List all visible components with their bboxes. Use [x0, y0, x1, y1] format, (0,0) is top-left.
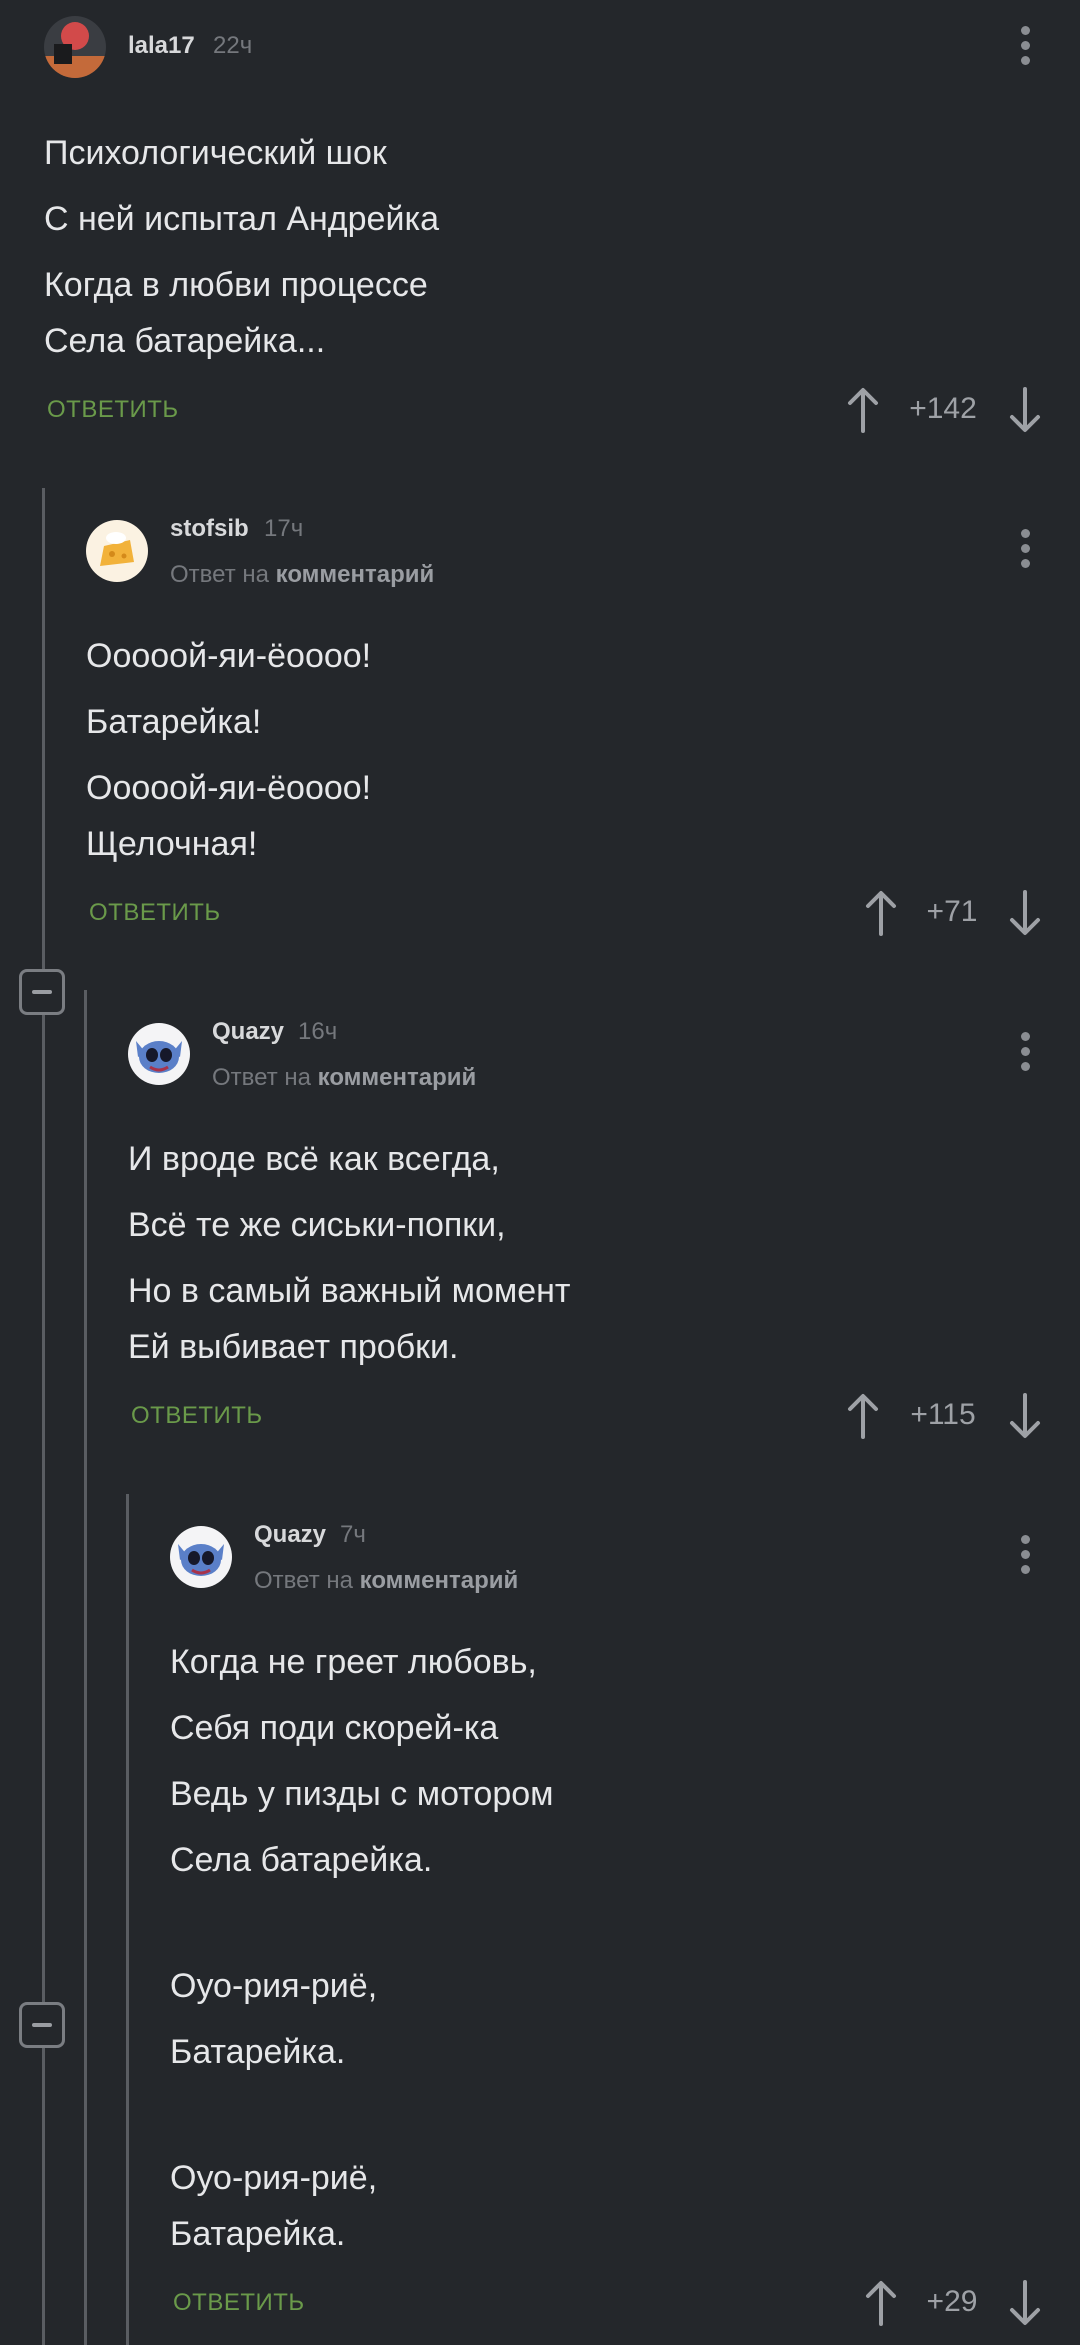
comment-text-line: Оуо-рия-риё,	[170, 2159, 378, 2197]
comment-text-line: И вроде всё как всегда,	[128, 1140, 500, 1178]
comment-text-line: Ооооой-яи-ёоооо!	[86, 637, 372, 675]
reply-button[interactable]: ОТВЕТИТЬ	[131, 1402, 263, 1430]
more-menu-icon[interactable]	[1018, 1533, 1032, 1577]
reply-to-target[interactable]: комментарий	[360, 1567, 519, 1594]
more-menu-icon[interactable]	[1018, 24, 1032, 68]
comment-text-line: Батарейка.	[170, 2033, 346, 2071]
reply-button[interactable]: ОТВЕТИТЬ	[173, 2289, 305, 2317]
thread-line-level2	[84, 990, 87, 2345]
comment-text-line: Ведь у пизды с мотором	[170, 1775, 554, 1813]
username[interactable]: stofsib	[170, 515, 249, 543]
rating-value: +71	[926, 895, 978, 928]
avatar[interactable]	[128, 1023, 190, 1085]
reply-to-target[interactable]: комментарий	[276, 561, 435, 588]
comment-text-line: Села батарейка.	[170, 1841, 433, 1879]
comment-text-line: Всё те же сиськи-попки,	[128, 1206, 506, 1244]
avatar[interactable]	[170, 1526, 232, 1588]
comment-time: 22ч	[213, 32, 253, 59]
username[interactable]: lala17	[128, 32, 195, 60]
reply-to-label[interactable]: Ответ на комментарий	[254, 1567, 518, 1595]
comment-text-line: Оуо-рия-риё,	[170, 1967, 378, 2005]
collapse-thread-button[interactable]	[19, 2002, 65, 2048]
reply-button[interactable]: ОТВЕТИТЬ	[47, 396, 179, 424]
reply-to-target[interactable]: комментарий	[318, 1064, 477, 1091]
upvote-arrow-icon[interactable]	[846, 1393, 880, 1439]
thread-line-level1	[42, 488, 45, 2345]
more-menu-icon[interactable]	[1018, 527, 1032, 571]
upvote-arrow-icon[interactable]	[846, 387, 880, 433]
comment-text-line: Себя поди скорей-ка	[170, 1709, 499, 1747]
reply-to-label[interactable]: Ответ на комментарий	[212, 1064, 476, 1092]
comment-time: 16ч	[298, 1018, 338, 1045]
comment-text-line: С ней испытал Андрейка	[44, 200, 439, 238]
collapse-thread-button[interactable]	[19, 969, 65, 1015]
comment-text-line: Села батарейка...	[44, 322, 326, 360]
reply-to-prefix: Ответ на	[254, 1567, 353, 1594]
comment-text-line: Щелочная!	[86, 825, 258, 863]
reply-to-prefix: Ответ на	[170, 561, 269, 588]
comment-text-line: Ооооой-яи-ёоооо!	[86, 769, 372, 807]
avatar[interactable]	[86, 520, 148, 582]
comment-text-line: Когда в любви процессе	[44, 266, 428, 304]
comment-time: 7ч	[340, 1521, 366, 1548]
stitch-avatar-icon	[128, 1023, 190, 1085]
comment-text-line: Когда не греет любовь,	[170, 1643, 537, 1681]
stitch-avatar-icon	[170, 1526, 232, 1588]
username[interactable]: Quazy	[254, 1521, 326, 1549]
comment-text-line: Но в самый важный момент	[128, 1272, 571, 1310]
cheese-avatar-icon	[86, 520, 148, 582]
downvote-arrow-icon[interactable]	[1008, 387, 1042, 433]
comment-text-line: Ей выбивает пробки.	[128, 1328, 459, 1366]
rating-value: +142	[909, 392, 977, 425]
username[interactable]: Quazy	[212, 1018, 284, 1046]
upvote-arrow-icon[interactable]	[864, 2280, 898, 2326]
thread-line-level3	[126, 1494, 129, 2345]
downvote-arrow-icon[interactable]	[1008, 2280, 1042, 2326]
comments-page: lala17 22ч Психологический шок С ней исп…	[0, 0, 1080, 2345]
reply-to-label[interactable]: Ответ на комментарий	[170, 561, 434, 589]
comment-text-line: Батарейка.	[170, 2215, 346, 2253]
downvote-arrow-icon[interactable]	[1008, 1393, 1042, 1439]
avatar[interactable]	[44, 16, 106, 78]
rating-value: +115	[910, 1398, 976, 1431]
reply-button[interactable]: ОТВЕТИТЬ	[89, 899, 221, 927]
upvote-arrow-icon[interactable]	[864, 890, 898, 936]
reply-to-prefix: Ответ на	[212, 1064, 311, 1091]
rating-value: +29	[926, 2285, 978, 2318]
downvote-arrow-icon[interactable]	[1008, 890, 1042, 936]
user-avatar-icon	[44, 16, 106, 78]
comment-time: 17ч	[264, 515, 304, 542]
comment-text-line: Психологический шок	[44, 134, 387, 172]
comment-text-line: Батарейка!	[86, 703, 262, 741]
more-menu-icon[interactable]	[1018, 1030, 1032, 1074]
